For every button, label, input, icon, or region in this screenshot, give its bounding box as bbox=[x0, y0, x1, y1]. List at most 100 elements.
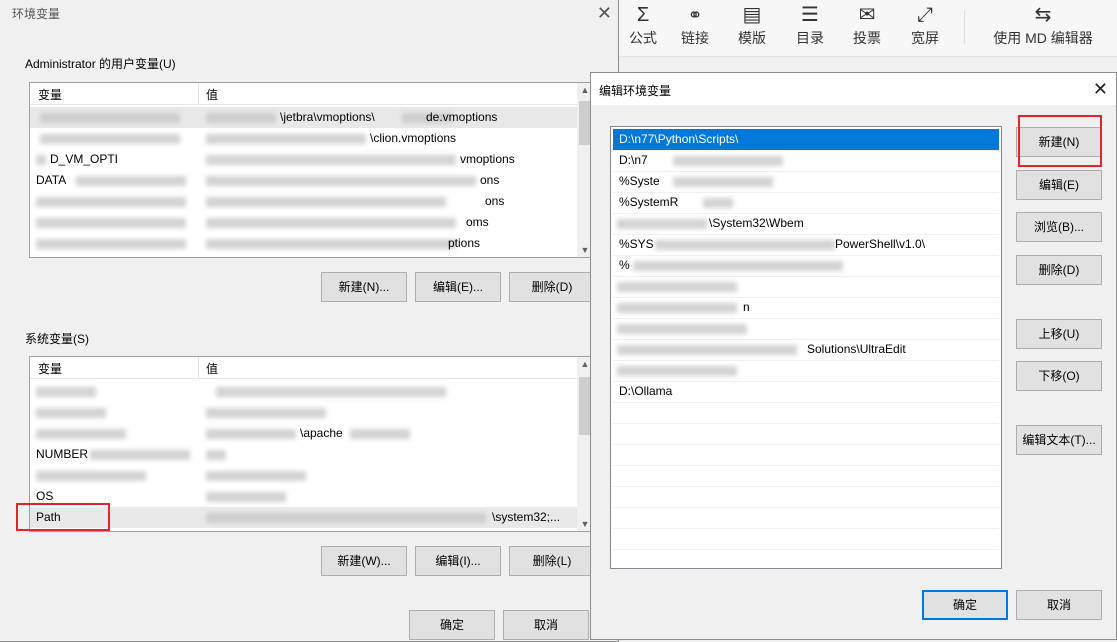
list-item-empty[interactable] bbox=[613, 528, 999, 550]
table-row[interactable]: oms bbox=[30, 212, 577, 233]
list-item[interactable]: D:\n7 bbox=[613, 150, 999, 172]
user-new-button[interactable]: 新建(N)... bbox=[321, 272, 407, 302]
list-item[interactable]: D:\n77\Python\Scripts\ bbox=[613, 129, 999, 151]
list-item-empty[interactable] bbox=[613, 423, 999, 445]
list-item[interactable]: %Syste bbox=[613, 171, 999, 193]
template-icon: ▤ bbox=[742, 4, 762, 26]
list-item[interactable]: Solutions\UltraEdit bbox=[613, 339, 999, 361]
table-row[interactable]: DATA ons bbox=[30, 170, 577, 191]
sigma-icon: Σ bbox=[636, 4, 650, 26]
list-item-empty[interactable] bbox=[613, 402, 999, 424]
table-row[interactable]: OS bbox=[30, 486, 577, 507]
user-vars-label: Administrator 的用户变量(U) bbox=[25, 57, 176, 71]
list-item-empty[interactable] bbox=[613, 486, 999, 508]
column-header-value[interactable]: 值 bbox=[206, 360, 218, 377]
move-up-button[interactable]: 上移(U) bbox=[1016, 319, 1102, 349]
redacted-blur bbox=[206, 450, 226, 460]
table-row[interactable] bbox=[30, 381, 577, 402]
table-cell-value: \apache bbox=[300, 426, 343, 440]
redacted-blur bbox=[206, 176, 476, 186]
column-divider bbox=[198, 357, 199, 378]
list-item-text: PowerShell\v1.0\ bbox=[835, 237, 926, 251]
list-item[interactable]: \System32\Wbem bbox=[613, 213, 999, 235]
list-item[interactable]: %SYS PowerShell\v1.0\ bbox=[613, 234, 999, 256]
toolbar-vote-button[interactable]: ✉ 投票 bbox=[839, 0, 895, 48]
table-row[interactable] bbox=[30, 465, 577, 486]
column-header-value[interactable]: 值 bbox=[206, 86, 218, 103]
redacted-blur bbox=[703, 198, 733, 208]
toolbar-link-button[interactable]: ⚭ 链接 bbox=[667, 0, 723, 48]
system-edit-button[interactable]: 编辑(I)... bbox=[415, 546, 501, 576]
toolbar-widescreen-button[interactable]: ⤢ 宽屏 bbox=[897, 0, 953, 48]
close-icon[interactable]: ✕ bbox=[597, 3, 612, 23]
ok-button[interactable]: 确定 bbox=[409, 610, 495, 640]
redacted-blur bbox=[36, 471, 146, 481]
list-item-empty[interactable] bbox=[613, 444, 999, 466]
table-header: 变量 值 bbox=[30, 83, 577, 105]
table-cell-value: de.vmoptions bbox=[426, 110, 498, 124]
table-row[interactable]: \clion.vmoptions bbox=[30, 128, 577, 149]
toolbar-md-editor-button[interactable]: ⇆ 使用 MD 编辑器 bbox=[983, 0, 1103, 48]
table-row[interactable]: NUMBER bbox=[30, 444, 577, 465]
table-row[interactable]: ptions bbox=[30, 233, 577, 254]
list-item[interactable] bbox=[613, 360, 999, 382]
list-item-empty[interactable] bbox=[613, 465, 999, 487]
redacted-blur bbox=[206, 239, 456, 249]
list-item[interactable]: n bbox=[613, 297, 999, 319]
redacted-blur bbox=[36, 218, 186, 228]
column-divider bbox=[198, 83, 199, 104]
redacted-blur bbox=[90, 450, 190, 460]
column-header-variable[interactable]: 变量 bbox=[38, 86, 62, 103]
toolbar-template-button[interactable]: ▤ 模版 bbox=[724, 0, 780, 48]
cancel-button[interactable]: 取消 bbox=[503, 610, 589, 640]
list-item-empty[interactable] bbox=[613, 507, 999, 529]
path-entries-list[interactable]: D:\n77\Python\Scripts\ D:\n7 %Syste %Sys… bbox=[610, 126, 1002, 569]
column-header-variable[interactable]: 变量 bbox=[38, 360, 62, 377]
table-row[interactable]: \apache bbox=[30, 423, 577, 444]
redacted-blur bbox=[617, 303, 737, 313]
list-item[interactable]: % bbox=[613, 255, 999, 277]
toolbar-formula-button[interactable]: Σ 公式 bbox=[615, 0, 671, 48]
redacted-blur bbox=[655, 240, 835, 250]
cancel-button[interactable]: 取消 bbox=[1016, 590, 1102, 620]
table-row[interactable] bbox=[30, 402, 577, 423]
list-item[interactable] bbox=[613, 318, 999, 340]
edit-text-button[interactable]: 编辑文本(T)... bbox=[1016, 425, 1102, 455]
list-item[interactable] bbox=[613, 276, 999, 298]
table-cell-value: vmoptions bbox=[460, 152, 515, 166]
table-cell-value: ons bbox=[485, 194, 505, 208]
redacted-blur bbox=[617, 345, 797, 355]
table-cell-variable: NUMBER bbox=[36, 447, 89, 461]
redacted-blur bbox=[206, 408, 326, 418]
redacted-blur bbox=[206, 218, 456, 228]
list-item[interactable]: D:\Ollama bbox=[613, 381, 999, 403]
redacted-blur bbox=[36, 197, 186, 207]
table-row[interactable]: Path \system32;... bbox=[30, 507, 577, 528]
redacted-blur bbox=[36, 155, 46, 165]
link-icon: ⚭ bbox=[687, 5, 703, 25]
table-row[interactable]: D_VM_OPTI vmoptions bbox=[30, 149, 577, 170]
table-cell-value: \clion.vmoptions bbox=[370, 131, 457, 145]
redacted-blur bbox=[216, 387, 446, 397]
move-down-button[interactable]: 下移(O) bbox=[1016, 361, 1102, 391]
edit-entry-button[interactable]: 编辑(E) bbox=[1016, 170, 1102, 200]
toolbar-toc-button[interactable]: ☰ 目录 bbox=[782, 0, 838, 48]
ok-button[interactable]: 确定 bbox=[922, 590, 1008, 620]
table-row[interactable]: \jetbra\vmoptions\ de.vmoptions bbox=[30, 107, 577, 128]
user-vars-table[interactable]: 变量 值 \jetbra\vmoptions\ de.vmoptions \cl… bbox=[29, 82, 594, 258]
close-icon[interactable]: ✕ bbox=[1093, 79, 1108, 99]
system-vars-table[interactable]: 变量 值 \apache NUMBER OS Path \system32;..… bbox=[29, 356, 594, 532]
table-cell-value: oms bbox=[466, 215, 489, 229]
delete-entry-button[interactable]: 删除(D) bbox=[1016, 255, 1102, 285]
redacted-blur bbox=[673, 156, 783, 166]
system-new-button[interactable]: 新建(W)... bbox=[321, 546, 407, 576]
redacted-blur bbox=[36, 387, 96, 397]
table-row[interactable]: ons bbox=[30, 191, 577, 212]
system-delete-button[interactable]: 删除(L) bbox=[509, 546, 595, 576]
user-delete-button[interactable]: 删除(D) bbox=[509, 272, 595, 302]
user-edit-button[interactable]: 编辑(E)... bbox=[415, 272, 501, 302]
redacted-blur bbox=[40, 113, 180, 123]
browse-button[interactable]: 浏览(B)... bbox=[1016, 212, 1102, 242]
list-item[interactable]: %SystemR bbox=[613, 192, 999, 214]
toc-icon: ☰ bbox=[801, 4, 819, 26]
